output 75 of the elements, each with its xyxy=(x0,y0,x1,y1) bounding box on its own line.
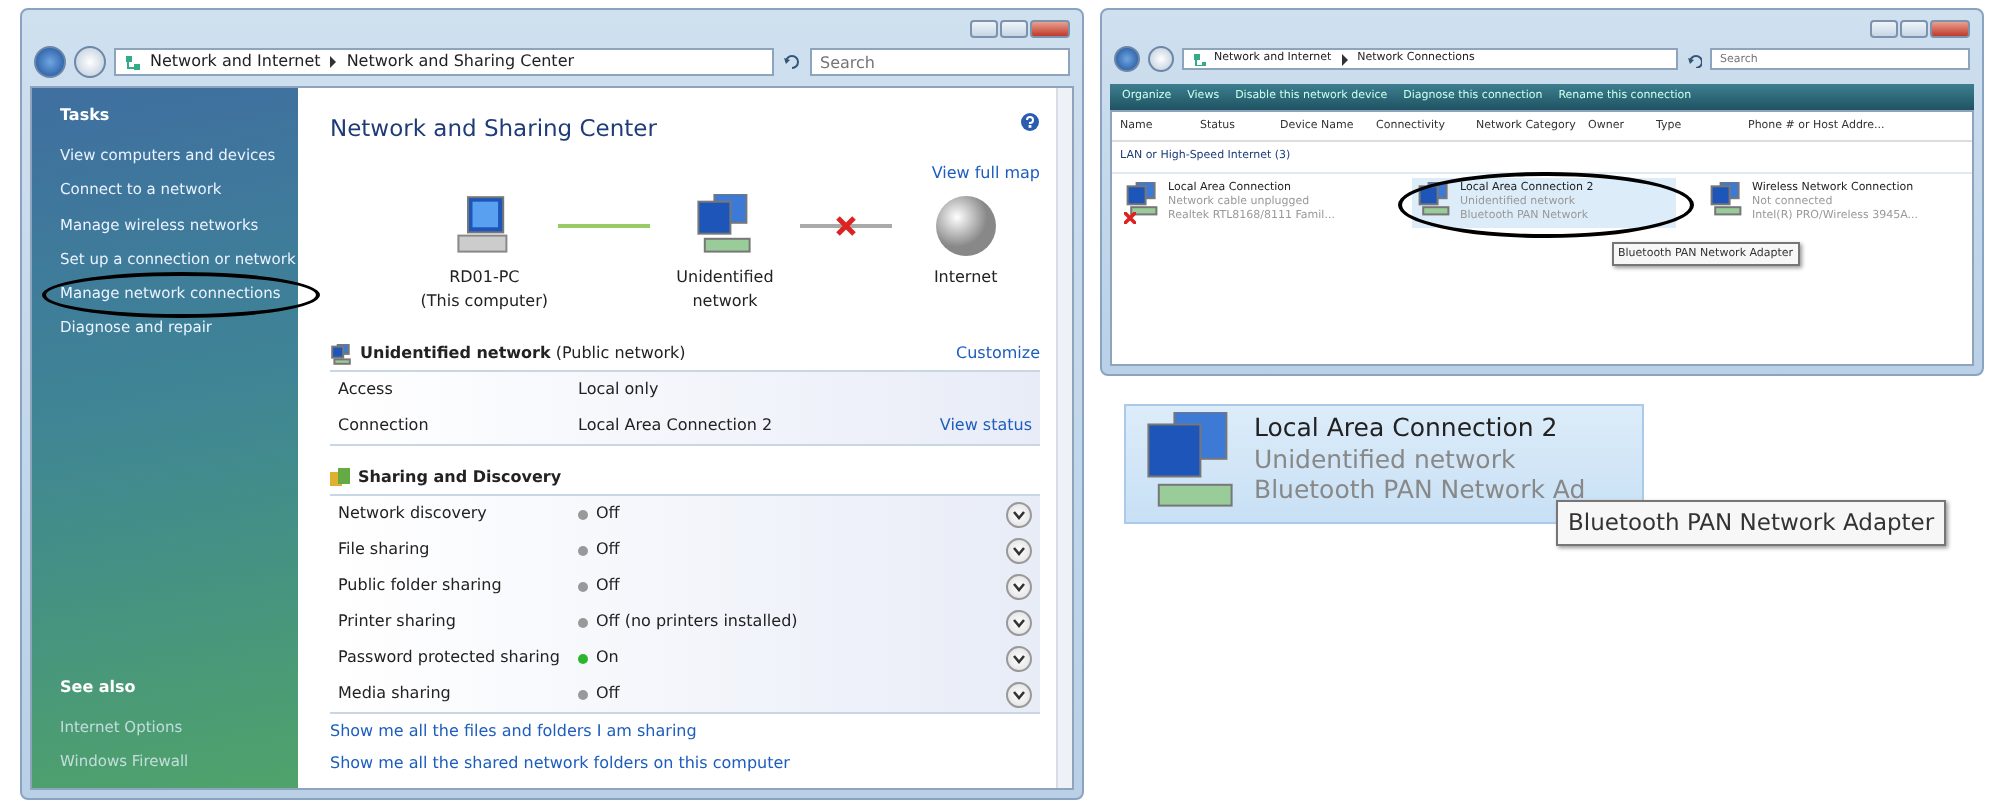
device-name: Bluetooth PAN Network Ad xyxy=(1254,474,1586,506)
connection-name: Local Area Connection 2 xyxy=(1254,412,1560,444)
sidebar-heading: Tasks xyxy=(60,104,112,128)
refresh-icon xyxy=(1686,51,1702,67)
expand-button[interactable] xyxy=(1006,537,1032,564)
status-value: Off xyxy=(578,538,1006,563)
node-label: RD01-PC xyxy=(449,266,520,291)
status-value: Off xyxy=(578,682,1006,707)
search-field[interactable]: Search xyxy=(810,48,1070,76)
network-icon xyxy=(124,53,142,71)
row-label: Password protected sharing xyxy=(338,646,562,671)
chevron-down-icon xyxy=(1012,509,1026,520)
maximize-button[interactable] xyxy=(1000,19,1028,37)
expand-button[interactable] xyxy=(1006,645,1032,672)
sharing-link[interactable]: Show me all the shared network folders on this computer xyxy=(330,752,790,776)
network-adapter-icon xyxy=(1416,181,1452,217)
customize-link[interactable]: Customize xyxy=(956,342,1040,367)
network-computers-icon xyxy=(330,343,352,366)
row-label: Connection xyxy=(338,414,431,439)
row-value: Local Area Connection 2 xyxy=(578,414,775,439)
row-label: File sharing xyxy=(338,538,432,563)
sharing-link[interactable]: Show me all the files and folders I am sharing xyxy=(330,720,697,744)
minimize-button[interactable] xyxy=(1870,19,1898,37)
network-adapter-icon xyxy=(1708,181,1744,217)
row-label: Network discovery xyxy=(338,502,489,527)
row-label: Printer sharing xyxy=(338,610,458,635)
node-label: (This computer) xyxy=(420,290,549,315)
expand-button[interactable] xyxy=(1006,573,1032,600)
row-label: Media sharing xyxy=(338,682,453,707)
close-button[interactable] xyxy=(1030,19,1070,37)
row-label: Access xyxy=(338,378,395,403)
row-label: Public folder sharing xyxy=(338,574,504,599)
expand-button[interactable] xyxy=(1006,681,1032,708)
page-title: Network and Sharing Center xyxy=(330,112,657,146)
status-value: Off (no printers installed) xyxy=(578,610,1006,635)
chevron-down-icon xyxy=(1012,545,1026,556)
sidebar-heading: See also xyxy=(60,675,138,699)
network-computers-icon xyxy=(692,194,757,259)
chevron-down-icon xyxy=(1012,689,1026,700)
maximize-button[interactable] xyxy=(1900,19,1928,37)
node-label: Internet xyxy=(933,266,998,291)
breadcrumb[interactable]: Network and Sharing Center xyxy=(346,50,575,74)
network-icon xyxy=(1192,52,1206,66)
chevron-icon xyxy=(1339,53,1350,65)
refresh-icon xyxy=(782,52,802,72)
row-value: Local only xyxy=(578,378,661,403)
expand-button[interactable] xyxy=(1006,501,1032,528)
globe-icon xyxy=(933,194,998,259)
back-button[interactable] xyxy=(1114,46,1140,72)
tooltip: Bluetooth PAN Network Adapter xyxy=(1556,500,1947,547)
chevron-down-icon xyxy=(1012,581,1026,592)
expand-button[interactable] xyxy=(1006,609,1032,636)
back-button[interactable] xyxy=(34,46,66,78)
view-status-link[interactable]: View status xyxy=(939,414,1032,439)
help-icon xyxy=(1020,112,1040,132)
forward-button[interactable] xyxy=(1148,46,1174,72)
address-bar[interactable]: Network and Internet Network and Sharing Center xyxy=(114,48,774,76)
close-button[interactable] xyxy=(1930,19,1970,37)
chevron-down-icon xyxy=(1012,653,1026,664)
node-label: Unidentified network xyxy=(674,266,776,315)
status-value: On xyxy=(578,646,1006,671)
sharing-icon xyxy=(330,468,350,489)
section-heading: Sharing and Discovery xyxy=(358,466,562,491)
chevron-icon xyxy=(328,56,339,68)
chevron-down-icon xyxy=(1012,617,1026,628)
scrollbar[interactable] xyxy=(1056,88,1072,788)
network-name: Unidentified network (Public network) xyxy=(360,342,686,367)
forward-button[interactable] xyxy=(74,46,106,78)
minimize-button[interactable] xyxy=(970,19,998,37)
breadcrumb[interactable]: Network and Internet xyxy=(150,50,321,74)
status-value: Off xyxy=(578,502,1006,527)
status-value: Off xyxy=(578,574,1006,599)
network-adapter-icon xyxy=(1124,181,1160,217)
connection-status: Unidentified network xyxy=(1254,443,1518,475)
view-full-map-link[interactable]: View full map xyxy=(931,162,1040,187)
